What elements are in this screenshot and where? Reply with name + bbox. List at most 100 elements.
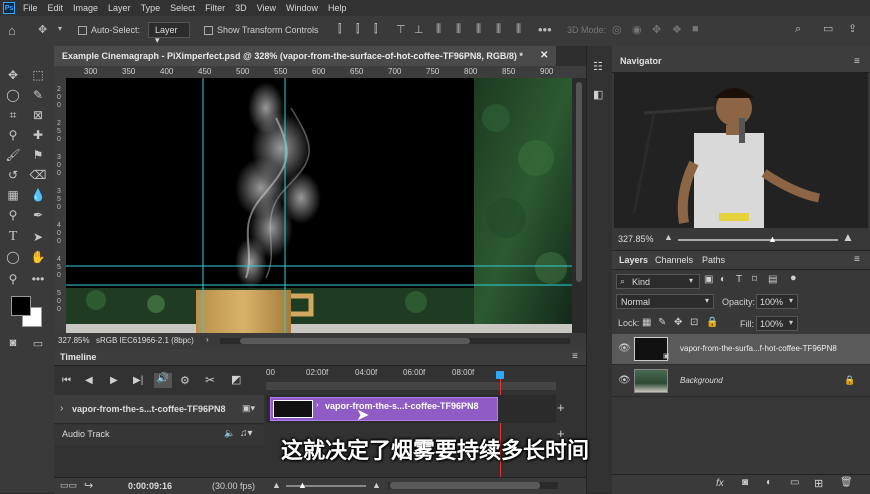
zoom-tool-icon[interactable]: ⚲ — [3, 270, 23, 288]
new-layer-icon[interactable]: ⊞ — [814, 477, 823, 490]
pen-tool-icon[interactable]: ✒ — [28, 206, 48, 224]
clone-stamp-icon[interactable]: ⚑ — [28, 146, 48, 164]
dodge-tool-icon[interactable]: ⚲ — [3, 206, 23, 224]
scrollbar-thumb[interactable] — [240, 338, 470, 344]
audio-toggle-icon[interactable]: 🔊 — [154, 373, 172, 388]
delete-layer-icon[interactable]: 🗑 — [840, 477, 853, 488]
split-scissors-icon[interactable]: ✂ — [205, 373, 215, 387]
align-right-icon[interactable]: ⫿ — [374, 23, 378, 36]
align-left-icon[interactable]: ⫿ — [338, 23, 342, 36]
previous-frame-icon[interactable]: ◀ — [85, 375, 93, 386]
chevron-down-icon[interactable]: ▾ — [58, 24, 62, 33]
zoom-out-icon[interactable]: ▲ — [664, 232, 673, 242]
layer-filter-dropdown[interactable]: ⌕ Kind ▾ — [616, 274, 700, 289]
layer-dropdown[interactable]: Layer ▾ — [148, 22, 190, 45]
horizontal-scrollbar[interactable] — [220, 338, 570, 344]
lock-artboard-icon[interactable]: ⊡ — [690, 317, 698, 328]
video-track-header[interactable]: › vapor-from-the-s...t-coffee-TF96PN8 ▣▾ — [54, 395, 264, 424]
marquee-tool-icon[interactable]: ⬚ — [28, 66, 48, 84]
lock-transparent-icon[interactable]: ▦ — [642, 317, 651, 328]
document-tab[interactable]: Example Cinemagraph - PiXimperfect.psd @… — [54, 46, 556, 66]
visibility-eye-icon[interactable]: 👁 — [618, 343, 631, 354]
quick-mask-icon[interactable]: ◙ — [3, 334, 23, 352]
path-select-icon[interactable]: ➤ — [28, 228, 48, 246]
close-icon[interactable]: ✕ — [540, 50, 548, 61]
frame-tool-icon[interactable]: ⊠ — [28, 106, 48, 124]
menu-view[interactable]: View — [257, 3, 276, 13]
menu-image[interactable]: Image — [73, 3, 98, 13]
menu-layer[interactable]: Layer — [108, 3, 131, 13]
align-middle-icon[interactable]: ⊥ — [414, 23, 424, 36]
menu-edit[interactable]: Edit — [48, 3, 64, 13]
panel-menu-icon[interactable]: ≡ — [854, 56, 860, 67]
distribute-icon[interactable]: ⫼ — [436, 23, 441, 36]
settings-gear-icon[interactable]: ⚙ — [180, 374, 190, 387]
menu-3d[interactable]: 3D — [235, 3, 247, 13]
distribute-h-icon[interactable]: ⫼ — [476, 23, 481, 36]
lock-position-icon[interactable]: ✥ — [674, 317, 682, 328]
eyedropper-tool-icon[interactable]: ⚲ — [3, 126, 23, 144]
panel-menu-icon[interactable]: ≡ — [572, 351, 578, 362]
frame-mode-icon[interactable]: ▭▭ — [60, 480, 77, 491]
scrollbar-thumb[interactable] — [576, 82, 582, 282]
align-center-icon[interactable]: ⫿ — [356, 23, 360, 36]
tab-layers[interactable]: Layers — [619, 255, 648, 265]
menu-type[interactable]: Type — [141, 3, 161, 13]
move-tool-icon[interactable]: ✥ — [38, 23, 47, 36]
adjustments-icon[interactable]: ◧ — [593, 88, 603, 101]
layer-style-icon[interactable]: fx — [716, 478, 724, 489]
filter-adjustment-icon[interactable]: ◐ — [720, 274, 726, 285]
document-canvas[interactable] — [66, 78, 572, 333]
visibility-eye-icon[interactable]: 👁 — [618, 375, 631, 386]
ellipse-tool-icon[interactable]: ◯ — [3, 248, 23, 266]
gradient-tool-icon[interactable]: ▦ — [3, 186, 23, 204]
distribute-spacing-icon[interactable]: ⫼ — [516, 23, 521, 36]
menu-window[interactable]: Window — [286, 3, 318, 13]
more-tools-icon[interactable]: ••• — [28, 270, 48, 288]
share-icon[interactable]: ⇪ — [848, 22, 857, 35]
filter-shape-icon[interactable]: ⌑ — [752, 274, 757, 285]
lock-image-icon[interactable]: ✎ — [658, 317, 666, 328]
fill-input[interactable]: 100% ▾ — [756, 316, 798, 331]
menu-help[interactable]: Help — [328, 3, 347, 13]
work-area-bar[interactable] — [266, 382, 556, 390]
quick-select-tool-icon[interactable]: ✎ — [28, 86, 48, 104]
timeline-scrollbar[interactable] — [388, 482, 558, 489]
show-transform-checkbox[interactable] — [204, 26, 213, 35]
foreground-color-swatch[interactable] — [11, 296, 31, 316]
playhead-handle[interactable] — [496, 371, 504, 379]
chevron-right-icon[interactable]: › — [206, 335, 209, 344]
layer-row-background[interactable]: 👁 Background 🔒 — [612, 366, 870, 397]
menu-select[interactable]: Select — [170, 3, 195, 13]
chevron-right-icon[interactable]: › — [60, 403, 63, 414]
navigator-zoom-slider[interactable] — [678, 239, 838, 241]
tab-channels[interactable]: Channels — [655, 255, 693, 265]
chevron-right-icon[interactable]: › — [316, 400, 319, 409]
align-top-icon[interactable]: ⊤ — [396, 23, 406, 36]
blur-tool-icon[interactable]: 💧 — [28, 186, 48, 204]
distribute-v-icon[interactable]: ⫼ — [456, 23, 461, 36]
menu-file[interactable]: File — [23, 3, 38, 13]
new-group-icon[interactable]: ▭ — [790, 477, 799, 488]
add-media-icon[interactable]: + — [557, 400, 565, 415]
first-frame-icon[interactable]: ⏮ — [62, 375, 71, 386]
healing-brush-icon[interactable]: ✚ — [28, 126, 48, 144]
tab-paths[interactable]: Paths — [702, 255, 725, 265]
zoom-out-icon[interactable]: ▲ — [272, 480, 281, 490]
panel-menu-icon[interactable]: ≡ — [854, 254, 860, 265]
properties-icon[interactable]: ☷ — [593, 60, 603, 73]
workspace-icon[interactable]: ▭ — [823, 22, 833, 35]
filter-pixel-icon[interactable]: ▣ — [704, 274, 713, 285]
filter-type-icon[interactable]: T — [736, 274, 742, 285]
lasso-tool-icon[interactable]: ◯ — [3, 86, 23, 104]
navigator-preview[interactable] — [614, 73, 868, 228]
zoom-readout[interactable]: 327.85% — [58, 336, 90, 345]
screen-mode-icon[interactable]: ▭ — [28, 334, 48, 352]
adjustment-layer-icon[interactable]: ◐ — [766, 477, 772, 488]
menu-filter[interactable]: Filter — [205, 3, 225, 13]
move-tool-icon[interactable]: ✥ — [3, 66, 23, 84]
history-brush-icon[interactable]: ↺ — [3, 166, 23, 184]
next-frame-icon[interactable]: ▶| — [133, 375, 143, 386]
type-tool-icon[interactable]: T — [3, 228, 23, 246]
zoom-in-icon[interactable]: ▲ — [372, 480, 381, 490]
